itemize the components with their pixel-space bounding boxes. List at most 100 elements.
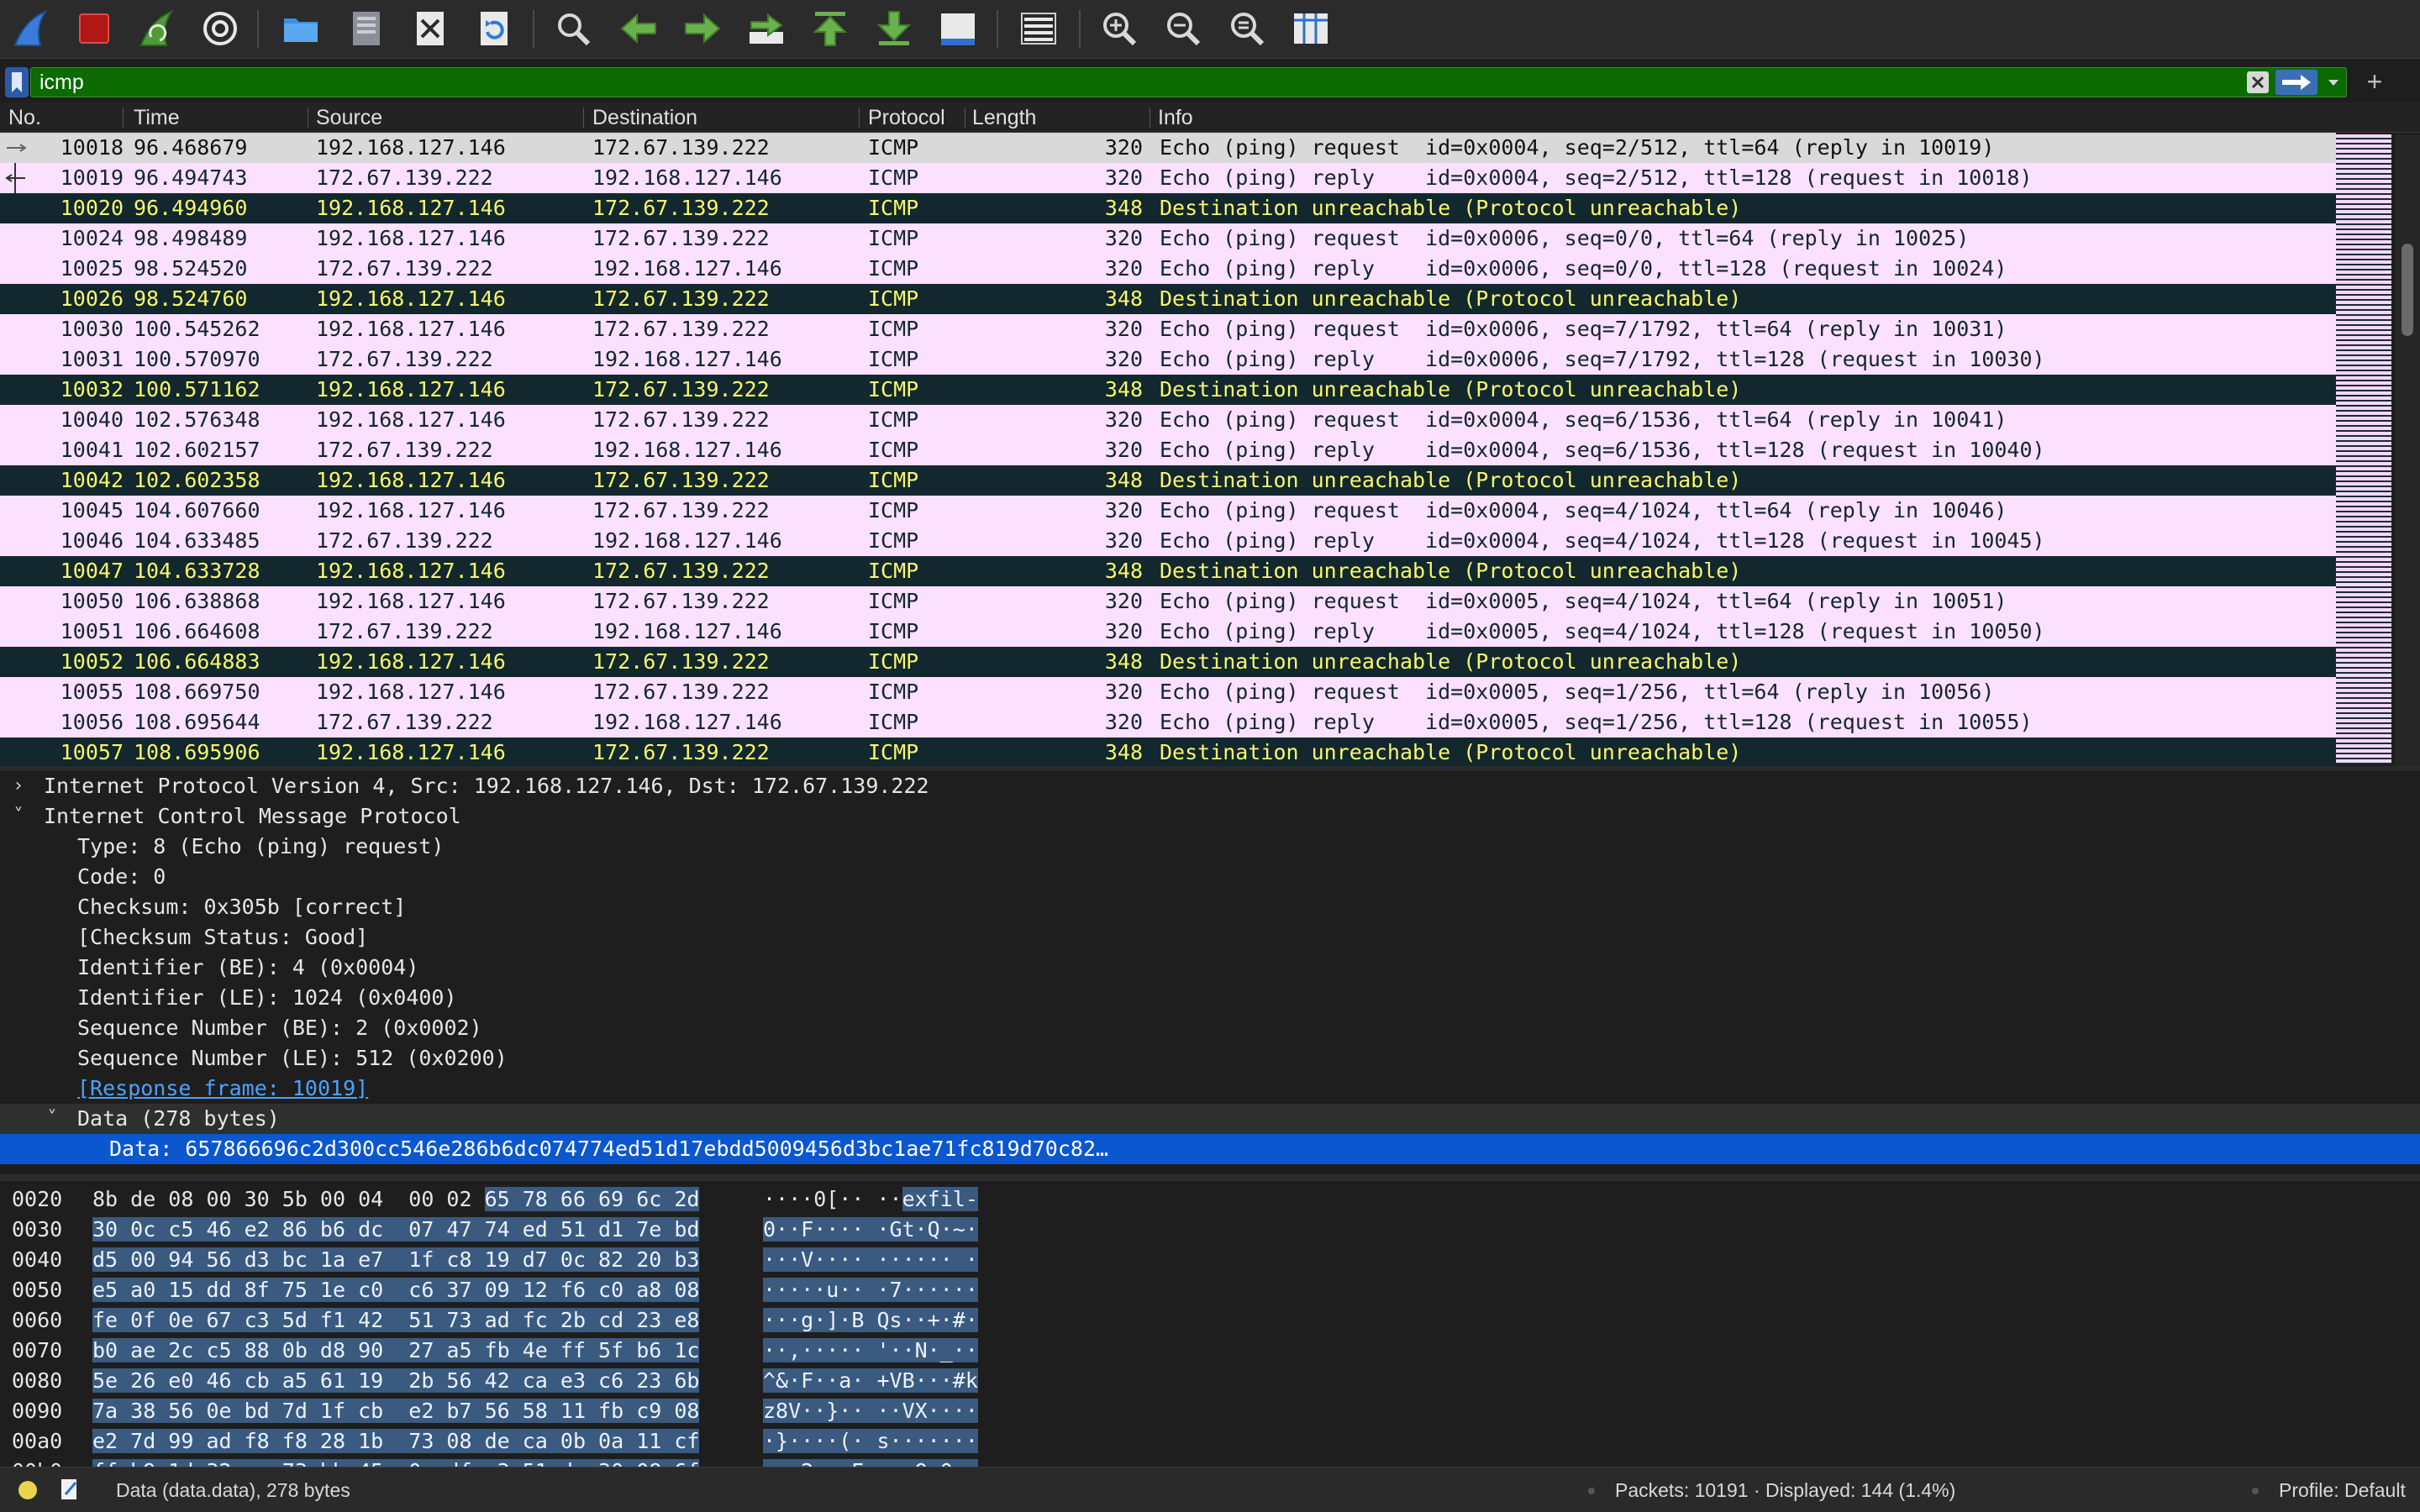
hex-ascii[interactable]: ·}····(· s·······: [763, 1426, 978, 1457]
collapse-chevron-icon[interactable]: ˅: [8, 801, 29, 832]
go-back-icon[interactable]: [617, 7, 660, 50]
packet-row[interactable]: 10020 96.494960 192.168.127.146 172.67.139.…: [0, 193, 2336, 223]
capture-comments-icon[interactable]: [59, 1478, 81, 1501]
hex-bytes[interactable]: 7a 38 56 0e bd 7d 1f cb e2 b7 56 58 11 f…: [92, 1396, 700, 1426]
detail-tree-row[interactable]: ˅ Internet Control Message Protocol: [0, 801, 2420, 832]
detail-tree-row[interactable]: Code: 0: [0, 862, 2420, 892]
packet-row[interactable]: 10047 104.633728 192.168.127.146 172.67.139…: [0, 556, 2336, 586]
expand-chevron-icon[interactable]: ›: [8, 771, 29, 801]
packet-row[interactable]: 10026 98.524760 192.168.127.146 172.67.139.…: [0, 284, 2336, 314]
detail-tree-row[interactable]: Data: 657866696c2d300cc546e286b6dc074774…: [0, 1134, 2420, 1164]
packet-row[interactable]: 10031 100.570970 172.67.139.222 192.168.127…: [0, 344, 2336, 375]
column-header-length[interactable]: Length: [972, 106, 1036, 130]
packet-row[interactable]: 10056 108.695644 172.67.139.222 192.168.127…: [0, 707, 2336, 738]
go-to-packet-icon[interactable]: [744, 7, 788, 50]
packet-row[interactable]: 10024 98.498489 192.168.127.146 172.67.139.…: [0, 223, 2336, 254]
packet-row[interactable]: 10032 100.571162 192.168.127.146 172.67.139…: [0, 375, 2336, 405]
collapse-chevron-icon[interactable]: ˅: [42, 1104, 62, 1134]
packet-row[interactable]: 10018 96.468679 192.168.127.146 172.67.139.…: [0, 133, 2336, 163]
hex-ascii[interactable]: ··,····· '··N·_··: [763, 1336, 978, 1366]
hex-ascii[interactable]: z8V··}·· ··VX····: [763, 1396, 978, 1426]
packet-bytes-pane[interactable]: 0020 8b de 08 00 30 5b 00 04 00 02 65 78 …: [0, 1181, 2420, 1512]
apply-filter-arrow-icon[interactable]: [2275, 70, 2317, 95]
detail-tree-row[interactable]: [Checksum Status: Good]: [0, 922, 2420, 953]
packet-row[interactable]: 10055 108.669750 192.168.127.146 172.67.139…: [0, 677, 2336, 707]
hex-bytes[interactable]: d5 00 94 56 d3 bc 1a e7 1f c8 19 d7 0c 8…: [92, 1245, 700, 1275]
go-first-icon[interactable]: [808, 7, 852, 50]
hex-ascii[interactable]: ·····u·· ·7······: [763, 1275, 978, 1305]
packet-row[interactable]: 10041 102.602157 172.67.139.222 192.168.127…: [0, 435, 2336, 465]
column-header-info[interactable]: Info: [1158, 106, 1193, 130]
column-divider[interactable]: [859, 108, 860, 128]
column-header-time[interactable]: Time: [134, 106, 180, 130]
packet-row[interactable]: 10019 96.494743 172.67.139.222 192.168.127.…: [0, 163, 2336, 193]
hex-bytes[interactable]: e5 a0 15 dd 8f 75 1e c0 c6 37 09 12 f6 c…: [92, 1275, 700, 1305]
detail-tree-row[interactable]: Identifier (LE): 1024 (0x0400): [0, 983, 2420, 1013]
go-last-icon[interactable]: [872, 7, 916, 50]
packet-row[interactable]: 10040 102.576348 192.168.127.146 172.67.139…: [0, 405, 2336, 435]
packet-row[interactable]: 10052 106.664883 192.168.127.146 172.67.139…: [0, 647, 2336, 677]
save-file-icon[interactable]: [345, 7, 388, 50]
display-filter-input[interactable]: icmp: [30, 67, 2347, 97]
packet-row[interactable]: 10025 98.524520 172.67.139.222 192.168.127.…: [0, 254, 2336, 284]
hex-ascii[interactable]: ^&·F··a· +VB···#k: [763, 1366, 978, 1396]
hex-bytes[interactable]: 30 0c c5 46 e2 86 b6 dc 07 47 74 ed 51 d…: [92, 1215, 700, 1245]
hex-bytes[interactable]: 5e 26 e0 46 cb a5 61 19 2b 56 42 ca e3 c…: [92, 1366, 700, 1396]
packet-list[interactable]: No. Time Source Destination Protocol Len…: [0, 102, 2420, 766]
scrollbar-thumb[interactable]: [2402, 244, 2413, 336]
packet-details-tree[interactable]: › Internet Protocol Version 4, Src: 192.1…: [0, 771, 2420, 1174]
autoscroll-icon[interactable]: [936, 7, 980, 50]
column-header-source[interactable]: Source: [316, 106, 382, 130]
packet-row[interactable]: 10030 100.545262 192.168.127.146 172.67.139…: [0, 314, 2336, 344]
hex-bytes[interactable]: 8b de 08 00 30 5b 00 04 00 02 65 78 66 6…: [92, 1184, 700, 1215]
reload-file-icon[interactable]: [472, 7, 516, 50]
pane-splitter[interactable]: [0, 1174, 2420, 1181]
detail-tree-row[interactable]: Type: 8 (Echo (ping) request): [0, 832, 2420, 862]
packet-row[interactable]: 10057 108.695906 192.168.127.146 172.67.139…: [0, 738, 2336, 766]
restart-capture-icon[interactable]: [134, 7, 178, 50]
close-file-icon[interactable]: [408, 7, 452, 50]
packet-row[interactable]: 10042 102.602358 192.168.127.146 172.67.139…: [0, 465, 2336, 496]
column-header-protocol[interactable]: Protocol: [868, 106, 945, 130]
hex-ascii[interactable]: 0··F···· ·Gt·Q·~·: [763, 1215, 978, 1245]
column-header-destination[interactable]: Destination: [592, 106, 697, 130]
bookmark-icon[interactable]: [5, 67, 29, 97]
shark-fin-start-icon[interactable]: [8, 7, 52, 50]
colorize-icon[interactable]: [1017, 7, 1060, 50]
zoom-normal-icon[interactable]: [1225, 7, 1269, 50]
column-divider[interactable]: [583, 108, 584, 128]
capture-options-icon[interactable]: [198, 7, 242, 50]
find-packet-icon[interactable]: [551, 7, 595, 50]
packet-row[interactable]: 10050 106.638868 192.168.127.146 172.67.139…: [0, 586, 2336, 617]
status-profile[interactable]: Profile: Default: [2279, 1479, 2406, 1502]
hex-bytes[interactable]: fe 0f 0e 67 c3 5d f1 42 51 73 ad fc 2b c…: [92, 1305, 700, 1336]
go-forward-icon[interactable]: [681, 7, 724, 50]
detail-tree-row[interactable]: Sequence Number (BE): 2 (0x0002): [0, 1013, 2420, 1043]
hex-ascii[interactable]: ···g·]·B Qs··+·#·: [763, 1305, 978, 1336]
add-filter-button[interactable]: +: [2360, 67, 2390, 97]
detail-tree-row[interactable]: › Internet Protocol Version 4, Src: 192.1…: [0, 771, 2420, 801]
packet-list-scrollbar[interactable]: [2395, 134, 2420, 766]
resize-columns-icon[interactable]: [1289, 7, 1333, 50]
detail-tree-row[interactable]: Checksum: 0x305b [correct]: [0, 892, 2420, 922]
response-frame-link[interactable]: [Response frame: 10019]: [77, 1074, 368, 1104]
hex-bytes[interactable]: e2 7d 99 ad f8 f8 28 1b 73 08 de ca 0b 0…: [92, 1426, 700, 1457]
detail-tree-row[interactable]: Identifier (BE): 4 (0x0004): [0, 953, 2420, 983]
column-header-no[interactable]: No.: [8, 106, 41, 130]
hex-ascii[interactable]: ····0[·· ··exfil-: [763, 1184, 978, 1215]
open-file-icon[interactable]: [279, 7, 323, 50]
hex-ascii[interactable]: ···V···· ······ ·: [763, 1245, 978, 1275]
packet-row[interactable]: 10051 106.664608 172.67.139.222 192.168.127…: [0, 617, 2336, 647]
packet-minimap[interactable]: [2336, 134, 2391, 764]
zoom-out-icon[interactable]: [1161, 7, 1205, 50]
zoom-in-icon[interactable]: [1097, 7, 1141, 50]
packet-row[interactable]: 10045 104.607660 192.168.127.146 172.67.139…: [0, 496, 2336, 526]
packet-row[interactable]: 10046 104.633485 172.67.139.222 192.168.127…: [0, 526, 2336, 556]
column-divider[interactable]: [123, 108, 124, 128]
detail-tree-row[interactable]: [Response frame: 10019]: [0, 1074, 2420, 1104]
filter-history-dropdown-icon[interactable]: [2321, 70, 2346, 95]
expert-info-indicator-icon[interactable]: [18, 1481, 37, 1499]
detail-tree-row[interactable]: ˅ Data (278 bytes): [0, 1104, 2420, 1134]
clear-filter-icon[interactable]: [2245, 70, 2270, 95]
stop-capture-icon[interactable]: [72, 7, 116, 50]
